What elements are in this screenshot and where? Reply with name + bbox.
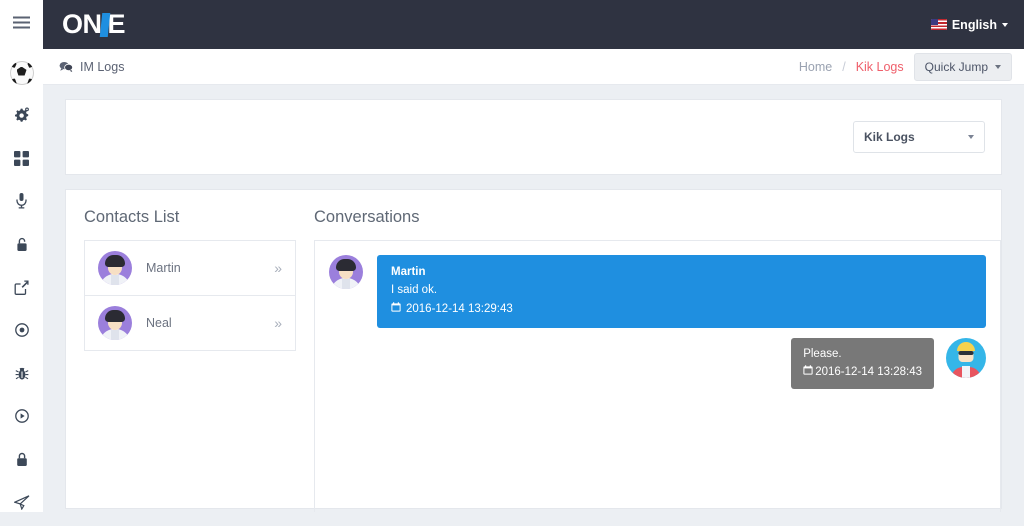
sidebar-item-lock[interactable] bbox=[0, 440, 43, 483]
calendar-icon bbox=[391, 301, 401, 318]
filter-panel: Kik Logs bbox=[65, 99, 1002, 175]
message-bubble-incoming[interactable]: Martin I said ok. 2016-12-14 13:29:43 bbox=[377, 255, 986, 328]
play-circle-icon bbox=[14, 409, 29, 428]
message-sender: Martin bbox=[391, 266, 426, 278]
cogs-icon bbox=[13, 107, 30, 128]
breadcrumb-bar: IM Logs Home / Kik Logs Quick Jump bbox=[43, 49, 1024, 85]
message-bubble-outgoing[interactable]: Please. 2016-12-14 13:28:43 bbox=[791, 337, 934, 390]
sidebar-item-play[interactable] bbox=[0, 397, 43, 440]
quick-jump-label: Quick Jump bbox=[924, 59, 988, 74]
conversation-thread: Martin I said ok. 2016-12-14 13:29:43 Pl… bbox=[314, 240, 1001, 512]
brand-text-right: E bbox=[107, 9, 126, 39]
chevron-right-icon[interactable]: » bbox=[274, 315, 282, 331]
sidebar-item-apps[interactable] bbox=[0, 139, 43, 182]
chevron-right-icon[interactable]: » bbox=[274, 260, 282, 276]
grid-icon bbox=[14, 150, 29, 171]
record-circle-icon bbox=[14, 323, 29, 342]
language-label: English bbox=[951, 17, 997, 32]
conversations-title: Conversations bbox=[314, 208, 420, 226]
page-title: IM Logs bbox=[80, 59, 125, 74]
microphone-icon bbox=[16, 193, 27, 214]
list-item[interactable]: Martin » bbox=[85, 241, 295, 296]
avatar bbox=[98, 251, 132, 285]
message-row-outgoing: Please. 2016-12-14 13:28:43 bbox=[315, 337, 1000, 390]
message-timestamp: 2016-12-14 13:28:43 bbox=[815, 366, 922, 378]
breadcrumb-current: Kik Logs bbox=[855, 59, 904, 74]
message-text: I said ok. bbox=[391, 284, 438, 297]
im-logs-panel: Contacts List Martin » Neal » Conversati… bbox=[65, 189, 1002, 512]
hamburger-icon bbox=[13, 16, 30, 34]
brand-logo[interactable]: ON E bbox=[62, 9, 126, 39]
avatar bbox=[98, 306, 132, 340]
log-type-selected-value: Kik Logs bbox=[864, 130, 915, 144]
lock-icon bbox=[16, 452, 28, 472]
chevron-down-icon bbox=[1002, 22, 1008, 27]
sidebar-item-edit[interactable] bbox=[0, 268, 43, 311]
list-item[interactable]: Neal » bbox=[85, 296, 295, 351]
sidebar-item-microphone[interactable] bbox=[0, 182, 43, 225]
sidebar-item-soccer[interactable] bbox=[0, 49, 43, 96]
avatar bbox=[946, 337, 986, 378]
breadcrumb-home-link[interactable]: Home bbox=[799, 60, 832, 74]
top-header-bar: ON E English bbox=[43, 0, 1024, 49]
main-content: Kik Logs Contacts List Martin » Neal » C… bbox=[43, 85, 1024, 512]
breadcrumb-separator: / bbox=[842, 59, 846, 74]
sidebar-item-unlock[interactable] bbox=[0, 225, 43, 268]
message-timestamp-group: 2016-12-14 13:28:43 bbox=[803, 364, 922, 381]
message-row-incoming: Martin I said ok. 2016-12-14 13:29:43 bbox=[315, 255, 1000, 328]
chevron-down-icon bbox=[968, 135, 974, 139]
sidebar-item-settings[interactable] bbox=[0, 96, 43, 139]
contacts-column: Contacts List Martin » Neal » bbox=[66, 190, 298, 508]
contacts-list: Martin » Neal » bbox=[84, 240, 296, 351]
message-text: Please. bbox=[803, 347, 842, 360]
conversations-column: Conversations Martin I said ok. 2016-12-… bbox=[314, 190, 1001, 512]
sidebar-item-record[interactable] bbox=[0, 311, 43, 354]
calendar-icon bbox=[803, 364, 813, 381]
soccer-ball-icon bbox=[9, 60, 34, 85]
sidebar-item-send[interactable] bbox=[0, 483, 43, 526]
sidebar-icon-rail bbox=[0, 0, 43, 512]
chevron-down-icon bbox=[995, 64, 1001, 69]
language-selector[interactable]: English bbox=[930, 17, 1008, 32]
log-type-select[interactable]: Kik Logs bbox=[853, 121, 985, 153]
contacts-list-title: Contacts List bbox=[84, 208, 180, 226]
message-timestamp-group: 2016-12-14 13:29:43 bbox=[391, 301, 974, 318]
sidebar-item-bug[interactable] bbox=[0, 354, 43, 397]
message-timestamp: 2016-12-14 13:29:43 bbox=[406, 302, 513, 315]
contact-name: Neal bbox=[146, 316, 172, 330]
breadcrumb: Home / Kik Logs Quick Jump bbox=[799, 52, 1024, 81]
contact-name: Martin bbox=[146, 261, 181, 275]
avatar bbox=[329, 255, 363, 289]
us-flag-icon bbox=[930, 19, 947, 30]
hamburger-menu-button[interactable] bbox=[0, 0, 43, 49]
comments-icon bbox=[59, 61, 73, 73]
page-title-group: IM Logs bbox=[59, 60, 124, 74]
bug-icon bbox=[15, 366, 29, 386]
unlock-icon bbox=[16, 237, 28, 257]
brand-text-left: ON bbox=[62, 9, 102, 39]
quick-jump-button[interactable]: Quick Jump bbox=[913, 52, 1012, 81]
edit-square-icon bbox=[14, 279, 29, 300]
